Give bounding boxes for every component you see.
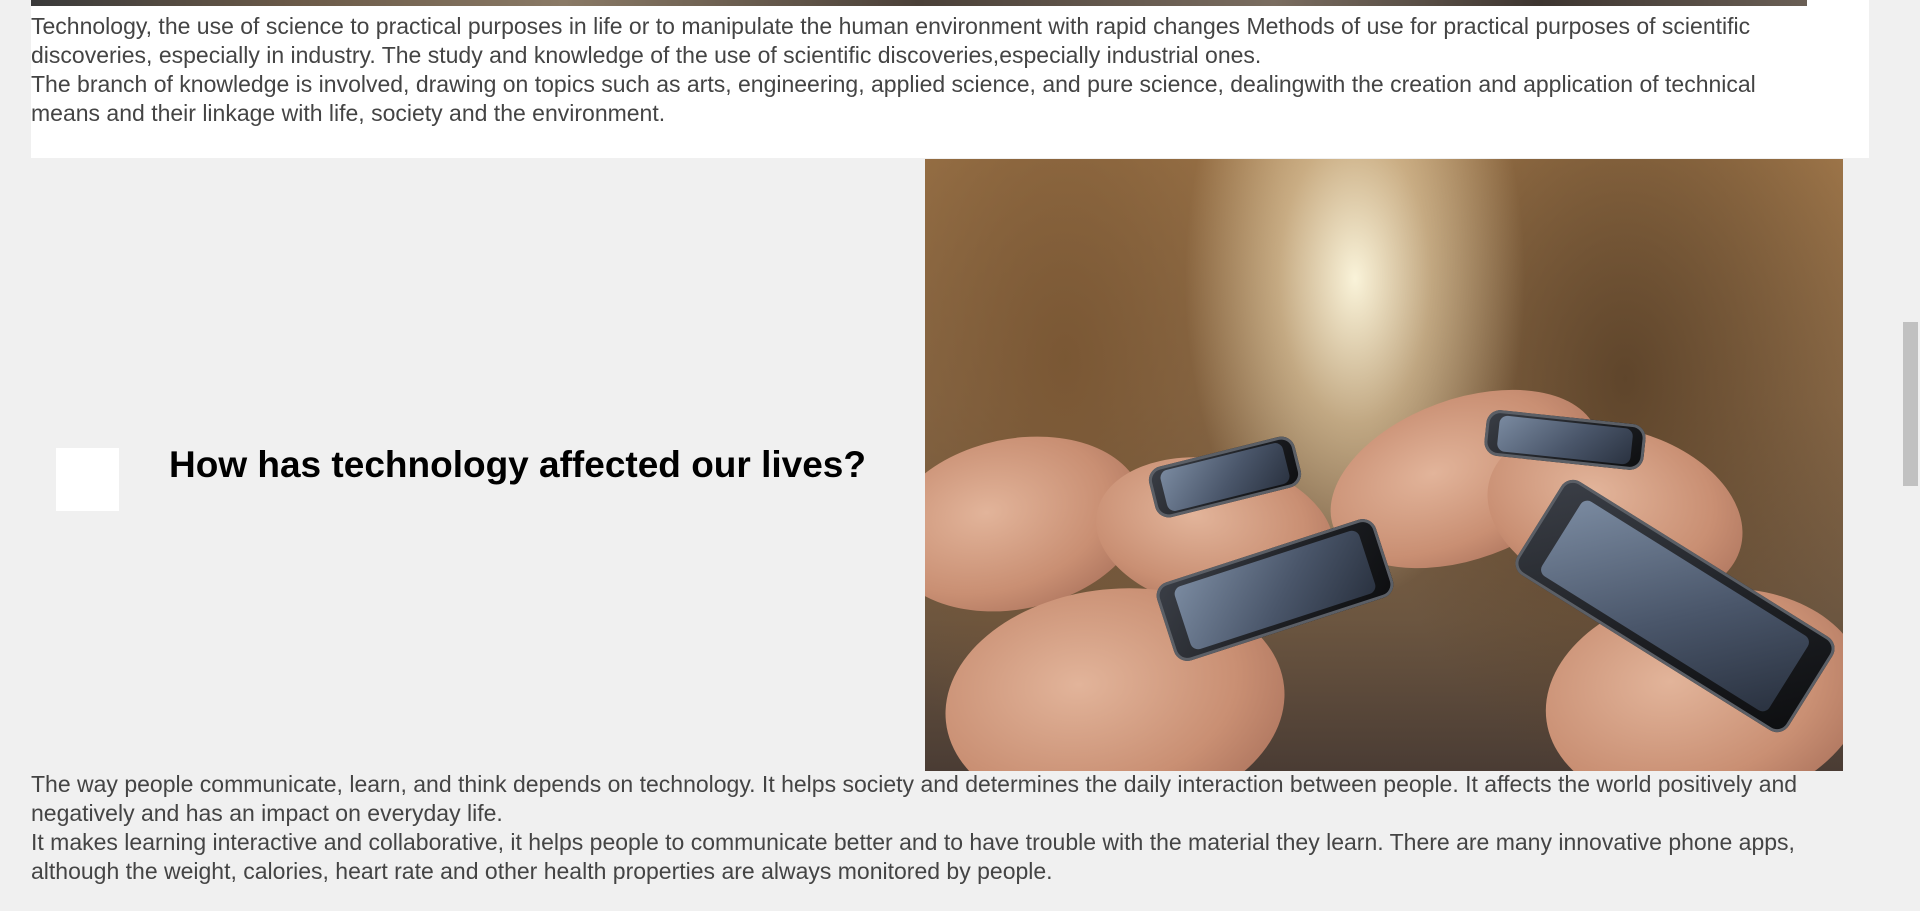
phone-screen xyxy=(1496,414,1634,466)
vertical-scrollbar[interactable] xyxy=(1901,0,1920,911)
top-photo-bottom-edge xyxy=(31,0,1807,6)
broken-image-placeholder xyxy=(56,448,119,511)
intro-paragraph-2: The branch of knowledge is involved, dra… xyxy=(31,71,1756,126)
intro-text: Technology, the use of science to practi… xyxy=(31,12,1821,128)
body-text: The way people communicate, learn, and t… xyxy=(31,770,1831,886)
people-using-smartphones-photo xyxy=(925,159,1843,771)
body-paragraph-1: The way people communicate, learn, and t… xyxy=(31,771,1798,826)
intro-paragraph-1: Technology, the use of science to practi… xyxy=(31,13,1751,68)
scrollbar-thumb[interactable] xyxy=(1903,322,1918,486)
section-heading: How has technology affected our lives? xyxy=(169,444,866,485)
body-paragraph-2: It makes learning interactive and collab… xyxy=(31,829,1795,884)
